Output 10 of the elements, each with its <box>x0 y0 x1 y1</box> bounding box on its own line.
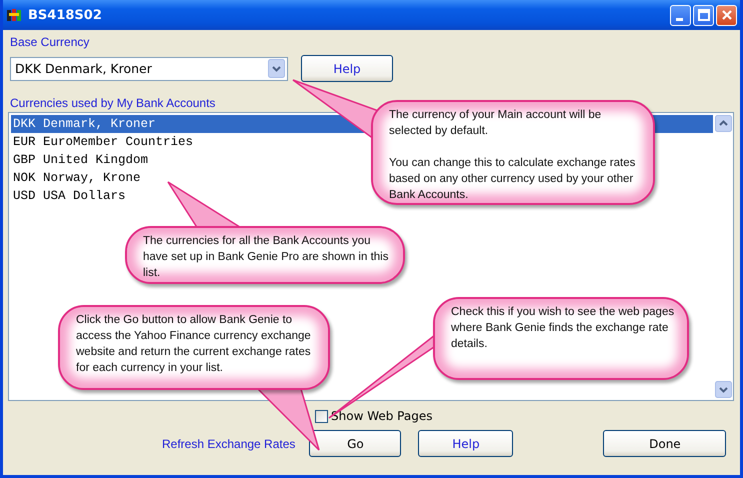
callout-text: The currency of your Main account will be selected by default. <box>389 108 602 139</box>
checkbox-label: Show Web Pages <box>331 409 432 423</box>
callout-text: Click the Go button to allow Bank Genie to access the Yahoo Finance currency exchange website and return the current exchange rates for each currency in your list. <box>76 313 312 376</box>
callout-text: Check this if you wish to see the web pages where Bank Genie finds the exchange rate details. <box>451 305 676 352</box>
callout-text: You can change this to calculate exchange rates based on any other currency used by your other Bank Accounts. <box>389 156 636 203</box>
refresh-label: Refresh Exchange Rates <box>162 436 296 450</box>
callout-text: The currencies for all the Bank Accounts you have set up in Bank Genie Pro are shown in this list. <box>143 234 390 281</box>
currencies-label: Currencies used by My Bank Accounts <box>10 96 216 110</box>
base-currency-label: Base Currency <box>10 35 90 49</box>
window-title: BS418S02 <box>28 8 102 22</box>
